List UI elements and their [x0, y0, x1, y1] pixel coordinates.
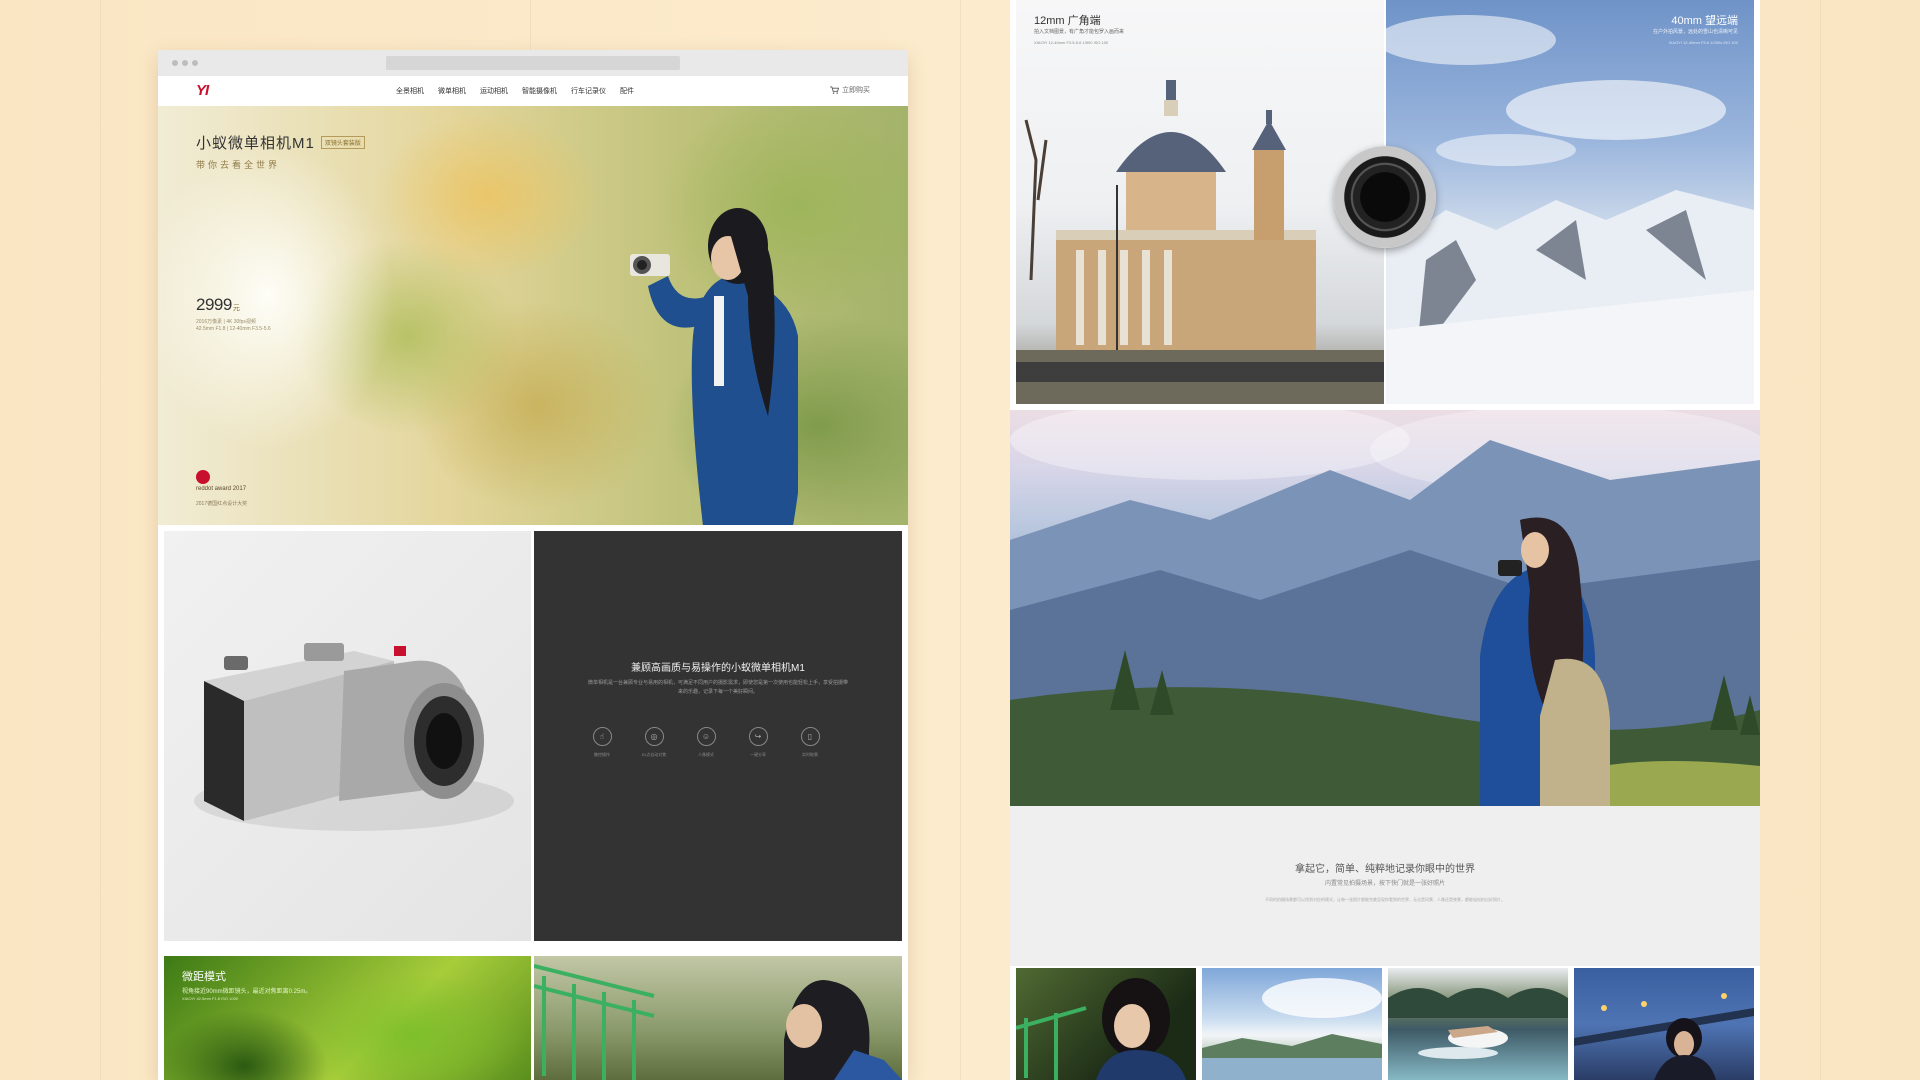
reddot-icon [196, 470, 210, 484]
portrait-thumb-image [1016, 978, 1186, 1080]
park-scene-image [534, 964, 902, 1080]
buy-now-link[interactable]: 立即购买 [830, 85, 870, 95]
browser-chrome [158, 50, 908, 76]
thumbnail-image[interactable] [1016, 968, 1196, 1080]
park-photo [534, 956, 902, 1080]
macro-section: 微距模式 视角接近90mm微距镜头，最近对焦距离0.25m。 XIAOYI 42… [158, 950, 908, 1080]
screen-icon: ▯ [800, 727, 820, 746]
spec-line: 42.5mm F1.8 | 12-40mm F3.5-5.6 [196, 326, 271, 332]
thumbnail-image[interactable] [1574, 968, 1754, 1080]
price-unit: 元 [232, 305, 240, 312]
address-bar[interactable] [386, 56, 680, 70]
tele-subtitle: 在户外拍风景，远处的雪山也清晰可见 [1652, 29, 1738, 35]
feature-label: 81点自动对焦 [641, 752, 667, 757]
thumbnail-image[interactable] [1202, 968, 1382, 1080]
valley-photo [1010, 410, 1760, 806]
divider [960, 0, 961, 1080]
lake-thumb-image [1202, 978, 1382, 1080]
feature-item: ◎ 81点自动对焦 [632, 727, 676, 758]
divider [1820, 0, 1821, 1080]
hero-banner: 小蚁微单相机M1 双镜头套装版 带你去看全世界 2999元 2016万像素 | … [158, 106, 908, 525]
thumbnail-image[interactable] [1388, 968, 1568, 1080]
site-nav: YI 全景相机 微单相机 运动相机 智能摄像机 行车记录仪 配件 立即购买 [158, 76, 908, 106]
feature-label: 触控操作 [594, 752, 610, 757]
lens-icon [1334, 146, 1436, 248]
dusk-thumb-image [1574, 993, 1754, 1080]
cart-icon [830, 86, 839, 94]
nav-item[interactable]: 行车记录仪 [571, 86, 606, 96]
buy-now-label: 立即购买 [842, 87, 870, 94]
section-body: 不同的拍摄场景都可以找到对应的模式，让每一张照片都能完美呈现你看到的世界，无论是… [1265, 897, 1505, 902]
wide-title: 12mm 广角端 [1034, 15, 1101, 27]
feature-label: 一键分享 [750, 752, 766, 757]
macro-panel: 微距模式 视角接近90mm微距镜头，最近对焦距离0.25m。 XIAOYI 42… [164, 956, 531, 1080]
feature-item: ▯ 实时取景 [788, 727, 832, 758]
section-title: 拿起它，简单、纯粹地记录你眼中的世界 [1295, 864, 1475, 875]
nav-item[interactable]: 智能摄像机 [522, 86, 557, 96]
intro-title: 兼顾高画质与易操作的小蚁微单相机M1 [631, 663, 805, 674]
hero-subtitle: 带你去看全世界 [196, 160, 281, 170]
window-dot-icon[interactable] [172, 60, 178, 66]
mountain-valley-image [1010, 410, 1760, 806]
simple-record-section: 拿起它，简单、纯粹地记录你眼中的世界 内置常见拍摄场景，按下快门就是一张好照片 … [1010, 806, 1760, 966]
macro-title: 微距模式 [182, 971, 226, 983]
edition-badge: 双镜头套装版 [320, 136, 365, 149]
feature-item: ☝ 触控操作 [580, 727, 624, 758]
camera-icon [194, 643, 514, 831]
window-dot-icon[interactable] [182, 60, 188, 66]
hero-title: 小蚁微单相机M1 双镜头套装版 [196, 132, 365, 153]
camera-product-panel [164, 531, 531, 941]
surfing-thumb-image [1388, 988, 1568, 1059]
feature-item: ☺ 人像模式 [684, 727, 728, 758]
tele-title: 40mm 望远端 [1671, 15, 1738, 27]
basilica-image [1016, 80, 1384, 404]
nav-item[interactable]: 运动相机 [480, 86, 508, 96]
macro-spec: XIAOYI 42.5mm F1.8 ISO 1000 [182, 996, 239, 1001]
award-label: reddot award 2017 [196, 486, 247, 492]
focal-comparison: 12mm 广角端 拍入文档图景，有广角才能包罗入画而来 XIAOYI 12-40… [1016, 0, 1754, 404]
price-value: 2999 [196, 295, 232, 314]
product-name: 小蚁微单相机M1 [196, 135, 315, 152]
nav-item[interactable]: 配件 [620, 86, 634, 96]
right-page-mockup: 12mm 广角端 拍入文档图景，有广角才能包罗入画而来 XIAOYI 12-40… [1010, 0, 1760, 1080]
snow-mountain-image [1386, 15, 1754, 404]
section-subtitle: 内置常见拍摄场景，按下快门就是一张好照片 [1324, 881, 1445, 887]
wide-angle-photo: 12mm 广角端 拍入文档图景，有广角才能包罗入画而来 XIAOYI 12-40… [1016, 0, 1384, 404]
brand-logo[interactable]: YI [196, 82, 209, 99]
feature-label: 实时取景 [802, 752, 818, 757]
award-badge: reddot award 2017 [196, 470, 246, 492]
photographer-image [630, 208, 798, 525]
intro-section: 兼顾高画质与易操作的小蚁微单相机M1 微单相机是一台兼顾专业与易用的相机，可满足… [158, 525, 908, 950]
nav-menu: 全景相机 微单相机 运动相机 智能摄像机 行车记录仪 配件 [396, 86, 634, 96]
wide-subtitle: 拍入文档图景，有广角才能包罗入画而来 [1034, 29, 1125, 35]
focus-icon: ◎ [644, 727, 664, 746]
nav-item[interactable]: 微单相机 [438, 86, 466, 96]
macro-subtitle: 视角接近90mm微距镜头，最近对焦距离0.25m。 [182, 989, 312, 995]
share-icon: ↪ [748, 727, 768, 746]
intro-dark-panel: 兼顾高画质与易操作的小蚁微单相机M1 微单相机是一台兼顾专业与易用的相机，可满足… [534, 531, 902, 941]
portrait-icon: ☺ [696, 727, 716, 746]
feature-item: ↪ 一键分享 [736, 727, 780, 758]
gallery-thumbnails [1016, 966, 1754, 1080]
feature-label: 人像模式 [698, 752, 714, 757]
left-browser-mockup: YI 全景相机 微单相机 运动相机 智能摄像机 行车记录仪 配件 立即购买 小蚁… [158, 50, 908, 1080]
spec-line: 2016万像素 | 4K 30fps视频 [196, 319, 256, 325]
divider [100, 0, 101, 1080]
telephoto-photo: 40mm 望远端 在户外拍风景，远处的雪山也清晰可见 XIAOYI 12-40m… [1386, 0, 1754, 404]
window-dot-icon[interactable] [192, 60, 198, 66]
touch-icon: ☝ [592, 727, 612, 746]
price: 2999元 [196, 295, 240, 315]
nav-item[interactable]: 全景相机 [396, 86, 424, 96]
wide-spec: XIAOYI 12-40mm F3.5-5.6 1/500 ISO 100 [1034, 40, 1109, 45]
award-subtitle: 2017德国红点设计大奖 [196, 501, 248, 507]
intro-body: 微单相机是一台兼顾专业与易用的相机，可满足不同用户的摄影需求，即使您是第一次使用… [587, 680, 848, 695]
tele-spec: XIAOYI 12-40mm F5.6 1/250s ISO 100 [1668, 40, 1738, 45]
